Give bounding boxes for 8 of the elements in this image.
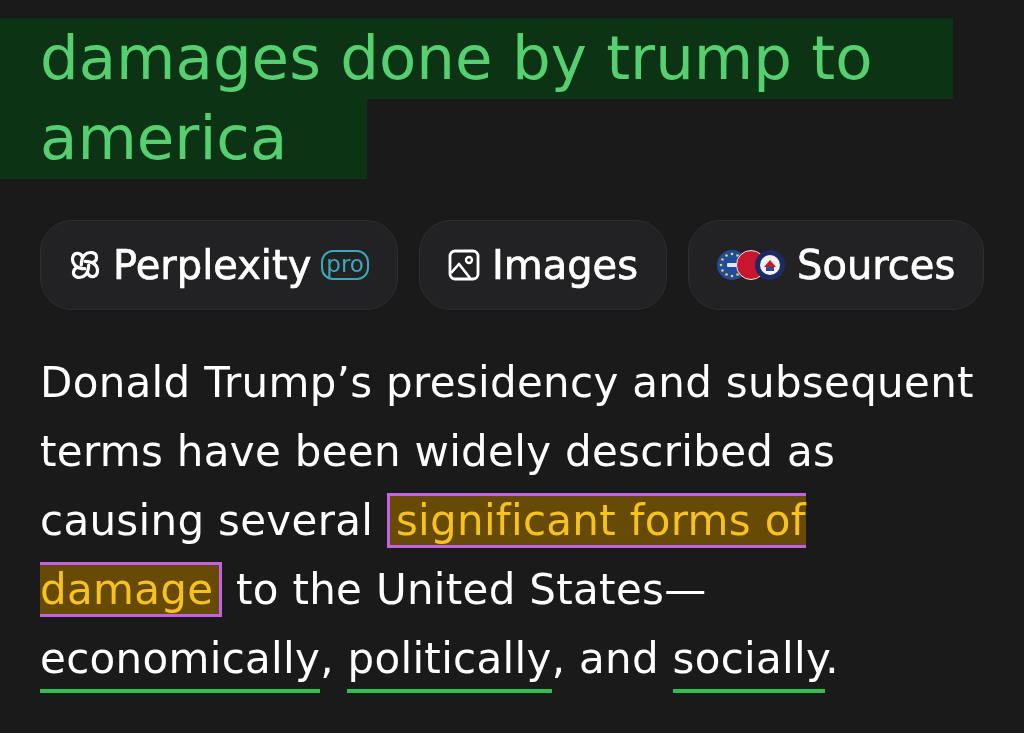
sources-button[interactable]: Sources: [688, 220, 985, 310]
image-icon: [447, 249, 480, 281]
answer-paragraph: Donald Trump’s presidency and subsequent terms have been widely described as causing several significant forms of damage to the United States— economically, politically, and socially.: [40, 348, 988, 693]
images-button[interactable]: Images: [418, 220, 668, 310]
plan-badge: pro: [321, 250, 369, 280]
perplexity-button[interactable]: Perplexity pro: [40, 220, 398, 310]
site-logos-icon: [717, 250, 786, 280]
knot-icon: [69, 249, 101, 281]
